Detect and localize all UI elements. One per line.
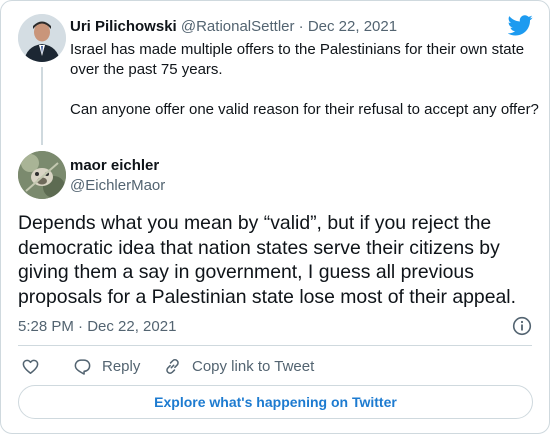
like-button[interactable] — [21, 355, 40, 377]
copy-link-button[interactable]: Copy link to Tweet — [163, 355, 314, 377]
reply-tweet-text: Depends what you mean by “valid”, but if… — [18, 212, 516, 308]
header-separator: · — [298, 18, 304, 35]
info-icon[interactable] — [512, 316, 532, 336]
reply-button-label: Reply — [102, 357, 141, 375]
original-tweet-text: Israel has made multiple offers to the P… — [70, 40, 540, 120]
reply-button[interactable]: Reply — [73, 355, 140, 377]
original-tweet-paragraph: Can anyone offer one valid reason for th… — [70, 101, 539, 118]
avatar-uri-pilichowski[interactable] — [18, 14, 66, 62]
heart-icon — [22, 359, 39, 374]
reply-timestamp[interactable]: 5:28 PM · Dec 22, 2021 — [18, 317, 176, 337]
explore-twitter-button[interactable]: Explore what's happening on Twitter — [18, 385, 533, 419]
reply-author-name[interactable]: maor eichler — [70, 156, 159, 175]
original-tweet-date[interactable]: Dec 22, 2021 — [308, 18, 397, 35]
original-author-name[interactable]: Uri Pilichowski — [70, 18, 177, 35]
twitter-bird-icon[interactable] — [508, 15, 533, 36]
original-tweet-paragraph: Israel has made multiple offers to the P… — [70, 41, 525, 78]
original-author-handle[interactable]: @RationalSettler — [181, 18, 295, 35]
copy-link-label: Copy link to Tweet — [192, 357, 315, 375]
avatar-maor-eichler[interactable] — [18, 151, 66, 199]
original-tweet-header: Uri Pilichowski @RationalSettler · Dec 2… — [70, 17, 397, 37]
embedded-tweet-card: Uri Pilichowski @RationalSettler · Dec 2… — [0, 0, 550, 434]
explore-button-label: Explore what's happening on Twitter — [154, 394, 397, 410]
reply-author-handle[interactable]: @EichlerMaor — [70, 176, 165, 195]
copy-link-icon — [166, 358, 179, 374]
thread-connector-line — [41, 67, 43, 145]
actions-divider — [18, 345, 532, 346]
reply-bubble-icon — [74, 358, 91, 375]
